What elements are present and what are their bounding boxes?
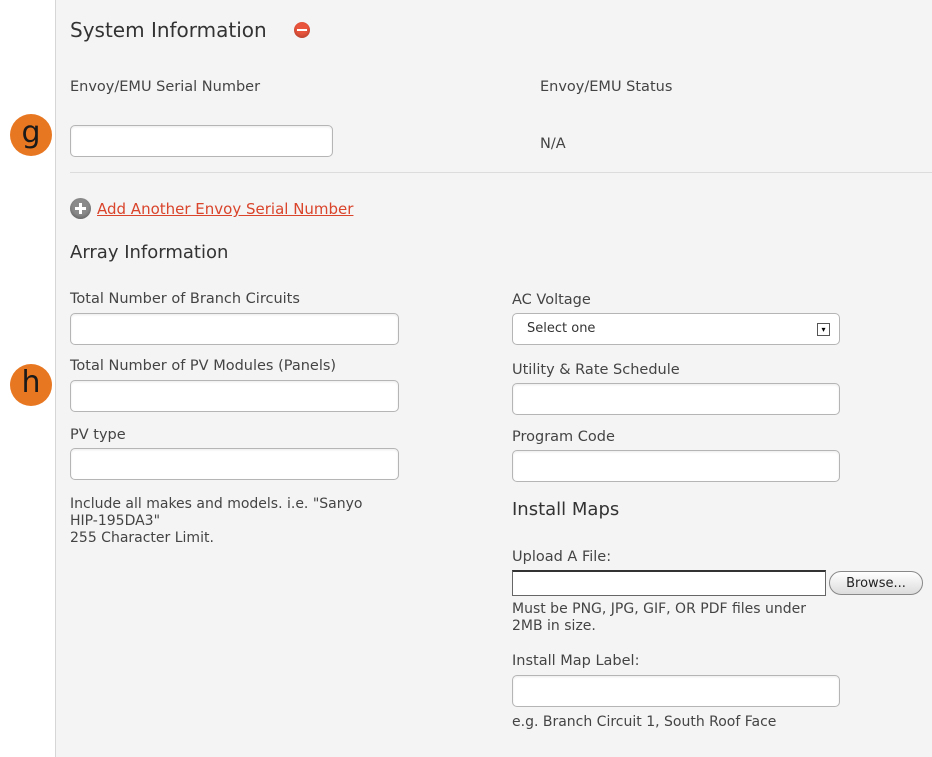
upload-hint-line1: Must be PNG, JPG, GIF, OR PDF files unde…	[512, 601, 807, 617]
pv-modules-input[interactable]	[70, 380, 399, 412]
pv-type-label: PV type	[70, 427, 126, 443]
envoy-serial-label: Envoy/EMU Serial Number	[70, 79, 261, 95]
step-marker-h: h	[10, 364, 52, 406]
ac-voltage-selected: Select one	[527, 321, 596, 336]
utility-rate-label: Utility & Rate Schedule	[512, 362, 680, 378]
install-map-label-input[interactable]	[512, 675, 840, 707]
system-info-title: System Information	[70, 18, 267, 42]
branch-circuits-input[interactable]	[70, 313, 399, 345]
program-code-label: Program Code	[512, 429, 615, 445]
install-map-label-hint: e.g. Branch Circuit 1, South Roof Face	[512, 714, 777, 730]
form-panel	[55, 0, 932, 757]
pv-type-hint: Include all makes and models. i.e. "Sany…	[70, 496, 430, 547]
pv-type-hint-line1: Include all makes and models. i.e. "Sany…	[70, 496, 363, 512]
step-marker-g-letter: g	[21, 115, 41, 150]
program-code-input[interactable]	[512, 450, 840, 482]
pv-modules-label: Total Number of PV Modules (Panels)	[70, 358, 337, 374]
add-circle-icon[interactable]	[70, 198, 91, 219]
envoy-status-label: Envoy/EMU Status	[540, 79, 673, 95]
pv-type-input[interactable]	[70, 448, 399, 480]
add-envoy-serial-link[interactable]: Add Another Envoy Serial Number	[97, 200, 353, 218]
ac-voltage-select[interactable]: Select one ▾	[512, 313, 840, 345]
array-info-title: Array Information	[70, 242, 229, 263]
upload-file-input[interactable]	[512, 570, 826, 596]
step-marker-h-letter: h	[21, 365, 41, 400]
install-maps-title: Install Maps	[512, 499, 620, 520]
step-marker-g: g	[10, 114, 52, 156]
browse-button[interactable]: Browse...	[829, 571, 923, 595]
upload-hint: Must be PNG, JPG, GIF, OR PDF files unde…	[512, 601, 872, 635]
dropdown-arrow-icon: ▾	[817, 323, 830, 336]
ac-voltage-label: AC Voltage	[512, 292, 591, 308]
envoy-status-value: N/A	[540, 136, 566, 152]
section-divider	[70, 172, 932, 173]
pv-type-hint-line3: 255 Character Limit.	[70, 530, 214, 546]
upload-file-label: Upload A File:	[512, 549, 612, 565]
envoy-serial-input[interactable]	[70, 125, 333, 157]
remove-section-icon[interactable]	[294, 22, 310, 38]
upload-hint-line2: 2MB in size.	[512, 618, 596, 634]
utility-rate-input[interactable]	[512, 383, 840, 415]
pv-type-hint-line2: HIP-195DA3"	[70, 513, 161, 529]
branch-circuits-label: Total Number of Branch Circuits	[70, 291, 300, 307]
install-map-label-label: Install Map Label:	[512, 653, 640, 669]
